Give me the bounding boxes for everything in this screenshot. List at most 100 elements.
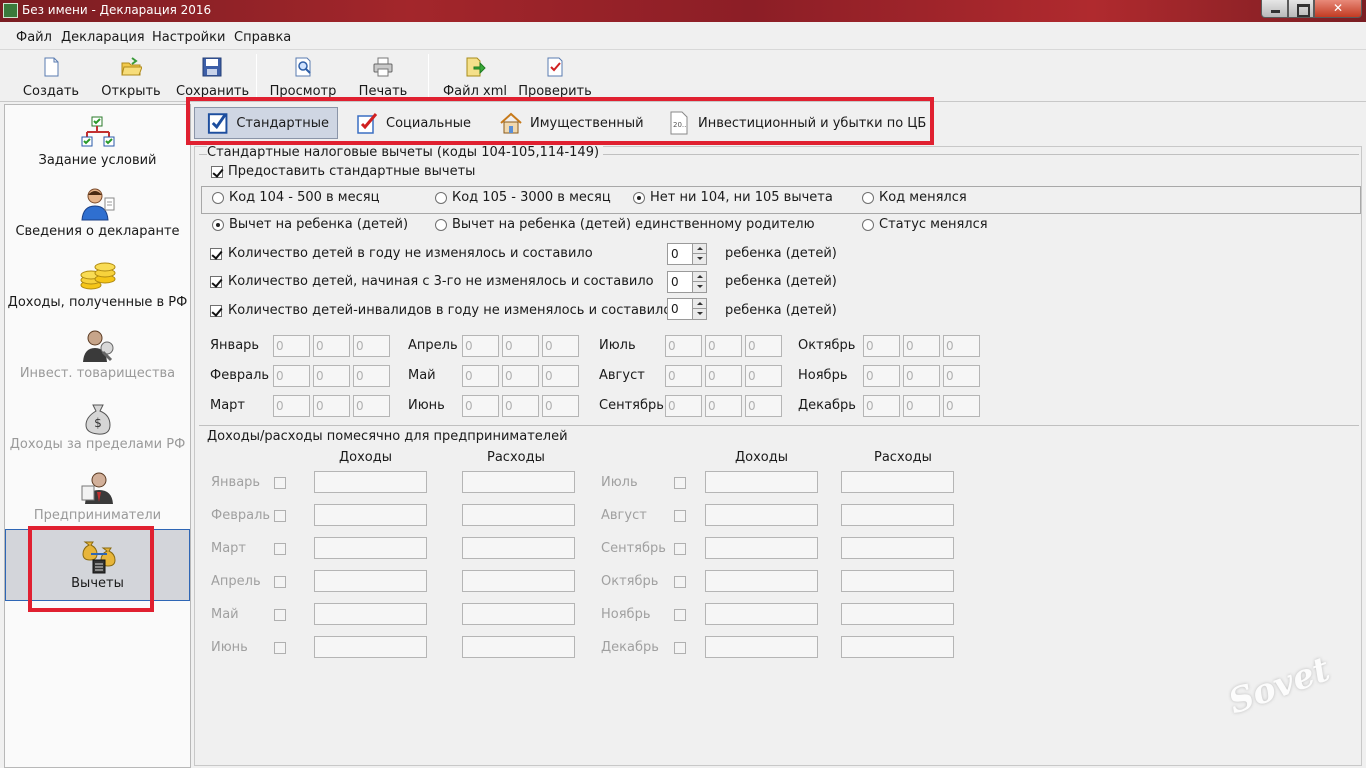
income-field[interactable]: [314, 537, 427, 559]
month-value-field[interactable]: 0: [665, 365, 702, 387]
month-value-field[interactable]: 0: [863, 365, 900, 387]
code-105-radio[interactable]: [435, 192, 447, 204]
income-field[interactable]: [705, 636, 818, 658]
expense-field[interactable]: [462, 570, 575, 592]
month-value-field[interactable]: 0: [903, 395, 940, 417]
month-value-field[interactable]: 0: [943, 395, 980, 417]
entrepreneur-month-checkbox[interactable]: [274, 609, 286, 621]
income-field[interactable]: [314, 636, 427, 658]
month-value-field[interactable]: 0: [542, 335, 579, 357]
menu-settings[interactable]: Настройки: [152, 30, 225, 45]
expense-field[interactable]: [462, 471, 575, 493]
month-value-field[interactable]: 0: [353, 395, 390, 417]
month-value-field[interactable]: 0: [462, 395, 499, 417]
income-field[interactable]: [705, 603, 818, 625]
menu-declaration[interactable]: Декларация: [61, 30, 145, 45]
income-field[interactable]: [314, 504, 427, 526]
month-value-field[interactable]: 0: [313, 395, 350, 417]
preview-button[interactable]: Просмотр: [268, 52, 338, 100]
child-deduction-radio[interactable]: [212, 219, 224, 231]
code-changed-radio[interactable]: [862, 192, 874, 204]
print-button[interactable]: Печать: [354, 52, 412, 100]
open-button[interactable]: Открыть: [100, 52, 162, 100]
third-child-count-checkbox[interactable]: [210, 276, 222, 288]
expense-field[interactable]: [462, 636, 575, 658]
income-field[interactable]: [705, 504, 818, 526]
month-value-field[interactable]: 0: [705, 395, 742, 417]
month-value-field[interactable]: 0: [502, 395, 539, 417]
nav-item-conditions[interactable]: Задание условий: [5, 107, 190, 177]
menu-file[interactable]: Файл: [16, 30, 52, 45]
month-value-field[interactable]: 0: [863, 395, 900, 417]
disabled-children-count-checkbox[interactable]: [210, 305, 222, 317]
entrepreneur-month-checkbox[interactable]: [674, 576, 686, 588]
month-value-field[interactable]: 0: [745, 365, 782, 387]
children-count-spinner[interactable]: 0: [667, 243, 707, 265]
entrepreneur-month-checkbox[interactable]: [674, 543, 686, 555]
expense-field[interactable]: [841, 537, 954, 559]
nav-item-income-rf[interactable]: Доходы, полученные в РФ: [5, 249, 190, 319]
month-value-field[interactable]: 0: [903, 335, 940, 357]
nav-item-income-abroad[interactable]: $ Доходы за пределами РФ: [5, 391, 190, 461]
spinner-up-icon[interactable]: [692, 244, 706, 254]
month-value-field[interactable]: 0: [502, 335, 539, 357]
expense-field[interactable]: [841, 570, 954, 592]
month-value-field[interactable]: 0: [665, 335, 702, 357]
month-value-field[interactable]: 0: [863, 335, 900, 357]
income-field[interactable]: [314, 570, 427, 592]
month-value-field[interactable]: 0: [943, 365, 980, 387]
close-button[interactable]: ✕: [1314, 0, 1362, 18]
month-value-field[interactable]: 0: [313, 365, 350, 387]
month-value-field[interactable]: 0: [705, 365, 742, 387]
expense-field[interactable]: [841, 471, 954, 493]
children-count-checkbox[interactable]: [210, 248, 222, 260]
month-value-field[interactable]: 0: [273, 335, 310, 357]
save-button[interactable]: Сохранить: [176, 52, 249, 100]
month-value-field[interactable]: 0: [273, 395, 310, 417]
month-value-field[interactable]: 0: [903, 365, 940, 387]
month-value-field[interactable]: 0: [313, 335, 350, 357]
nav-item-entrepreneurs[interactable]: Предприниматели: [5, 462, 190, 532]
month-value-field[interactable]: 0: [665, 395, 702, 417]
spinner-up-icon[interactable]: [692, 272, 706, 282]
entrepreneur-month-checkbox[interactable]: [274, 477, 286, 489]
entrepreneur-month-checkbox[interactable]: [274, 576, 286, 588]
disabled-children-count-spinner[interactable]: 0: [667, 298, 707, 320]
maximize-button[interactable]: [1288, 0, 1314, 18]
spinner-down-icon[interactable]: [692, 309, 706, 319]
month-value-field[interactable]: 0: [273, 365, 310, 387]
third-child-count-spinner[interactable]: 0: [667, 271, 707, 293]
status-changed-radio[interactable]: [862, 219, 874, 231]
create-button[interactable]: Создать: [20, 52, 82, 100]
expense-field[interactable]: [462, 537, 575, 559]
no-code-radio[interactable]: [633, 192, 645, 204]
check-button[interactable]: Проверить: [518, 52, 592, 100]
income-field[interactable]: [314, 471, 427, 493]
expense-field[interactable]: [462, 603, 575, 625]
entrepreneur-month-checkbox[interactable]: [274, 642, 286, 654]
entrepreneur-month-checkbox[interactable]: [674, 477, 686, 489]
entrepreneur-month-checkbox[interactable]: [674, 609, 686, 621]
income-field[interactable]: [314, 603, 427, 625]
month-value-field[interactable]: 0: [353, 335, 390, 357]
expense-field[interactable]: [841, 636, 954, 658]
entrepreneur-month-checkbox[interactable]: [674, 642, 686, 654]
month-value-field[interactable]: 0: [462, 365, 499, 387]
income-field[interactable]: [705, 537, 818, 559]
spinner-up-icon[interactable]: [692, 299, 706, 309]
code-104-radio[interactable]: [212, 192, 224, 204]
month-value-field[interactable]: 0: [462, 335, 499, 357]
income-field[interactable]: [705, 570, 818, 592]
entrepreneur-month-checkbox[interactable]: [274, 543, 286, 555]
xml-file-button[interactable]: Файл xml: [440, 52, 510, 100]
month-value-field[interactable]: 0: [542, 365, 579, 387]
month-value-field[interactable]: 0: [745, 395, 782, 417]
month-value-field[interactable]: 0: [502, 365, 539, 387]
income-field[interactable]: [705, 471, 818, 493]
entrepreneur-month-checkbox[interactable]: [274, 510, 286, 522]
month-value-field[interactable]: 0: [943, 335, 980, 357]
nav-item-declarant[interactable]: Сведения о декларанте: [5, 178, 190, 248]
nav-item-invest-partnership[interactable]: Инвест. товарищества: [5, 320, 190, 390]
month-value-field[interactable]: 0: [542, 395, 579, 417]
minimize-button[interactable]: [1261, 0, 1288, 18]
